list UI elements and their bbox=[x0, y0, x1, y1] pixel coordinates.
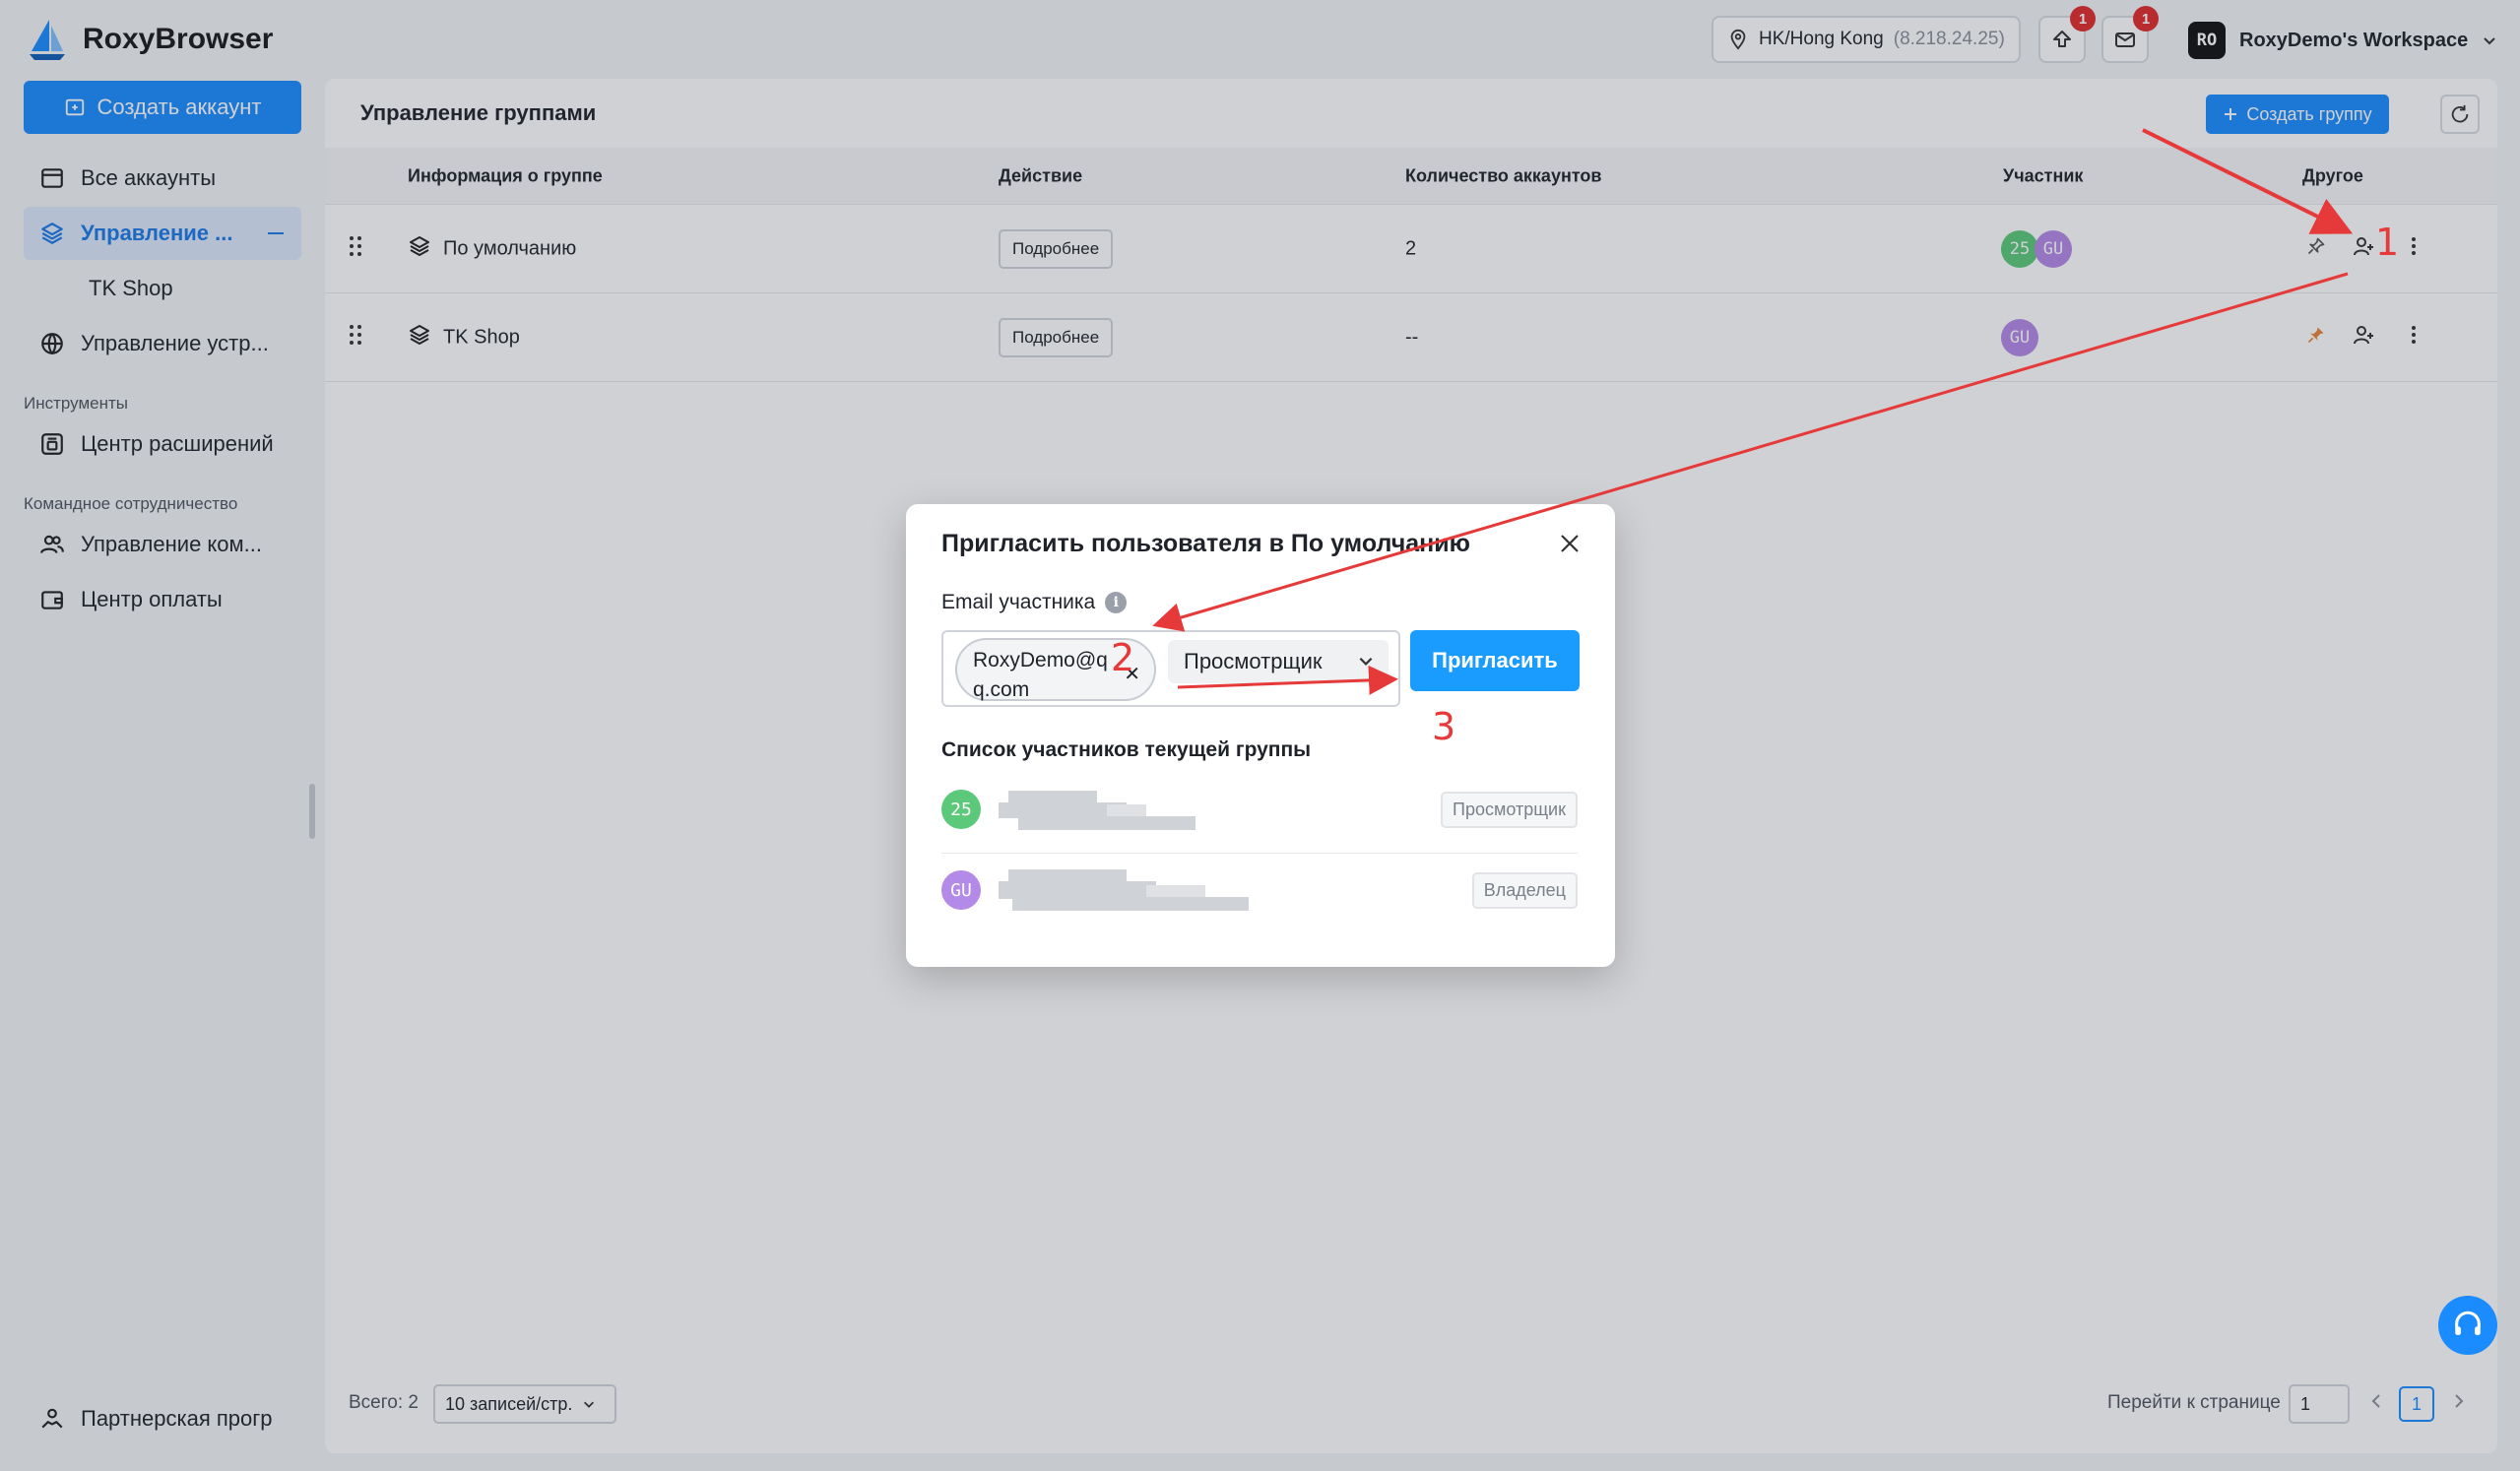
email-field-label: Email участника i bbox=[941, 591, 1128, 614]
list-divider bbox=[941, 853, 1578, 854]
redacted-email bbox=[999, 865, 1255, 915]
invite-dialog: Пригласить пользователя в По умолчанию E… bbox=[906, 504, 1615, 967]
member-role-badge: Просмотрщик bbox=[1441, 792, 1578, 828]
annotation-step-2: 2 bbox=[1111, 636, 1135, 679]
avatar: GU bbox=[941, 870, 981, 910]
chevron-down-icon bbox=[1359, 657, 1373, 666]
email-tag-value: RoxyDemo@qq.com bbox=[973, 649, 1108, 701]
close-button[interactable] bbox=[1552, 526, 1587, 561]
dialog-title: Пригласить пользователя в По умолчанию bbox=[941, 530, 1470, 557]
list-item: 25 Просмотрщик bbox=[941, 774, 1578, 845]
annotation-step-3: 3 bbox=[1432, 705, 1456, 748]
role-select[interactable]: Просмотрщик bbox=[1168, 640, 1389, 683]
avatar: 25 bbox=[941, 790, 981, 829]
annotation-step-1: 1 bbox=[2375, 221, 2400, 264]
close-icon bbox=[1561, 535, 1579, 552]
help-button[interactable] bbox=[2438, 1296, 2497, 1355]
member-list-title: Список участников текущей группы bbox=[941, 738, 1312, 761]
headset-icon bbox=[2455, 1311, 2481, 1335]
member-role-badge: Владелец bbox=[1471, 872, 1578, 909]
email-label-text: Email участника bbox=[941, 591, 1096, 613]
info-icon[interactable]: i bbox=[1105, 592, 1128, 613]
list-item: GU Владелец bbox=[941, 855, 1578, 926]
redacted-email bbox=[999, 785, 1225, 834]
invite-button[interactable]: Пригласить bbox=[1410, 630, 1580, 691]
role-value: Просмотрщик bbox=[1184, 649, 1323, 673]
email-field[interactable]: RoxyDemo@qq.com ✕ Просмотрщик bbox=[941, 630, 1400, 707]
